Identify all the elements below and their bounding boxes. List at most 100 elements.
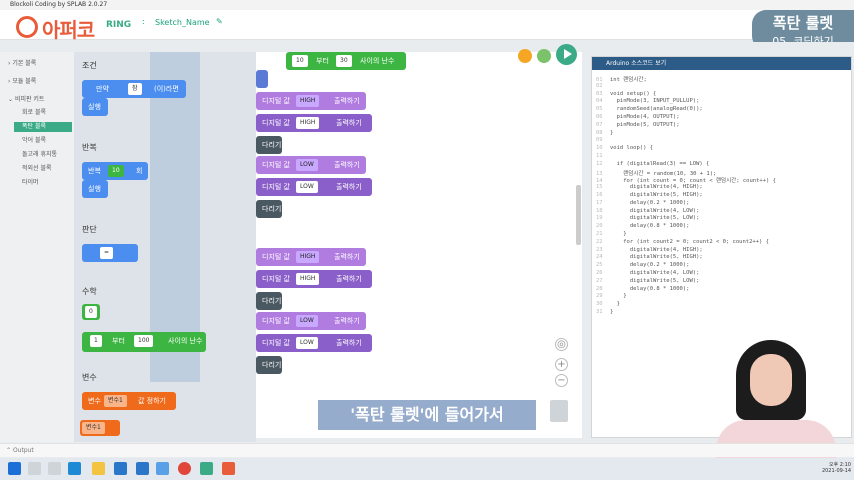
wait-block[interactable]: 다리기	[256, 200, 282, 218]
code-line: 18 digitalWrite(4, LOW);	[596, 208, 699, 214]
if-prefix: 만약	[96, 85, 109, 93]
sketch-name-field[interactable]: Sketch_Name	[155, 18, 210, 27]
top-random-block[interactable]: 10 부터 30 사이의 난수	[286, 52, 406, 70]
digital-write-block[interactable]: 디지털 값 LOW 출력하기	[256, 334, 372, 352]
digital-value-dropdown[interactable]: LOW	[296, 337, 318, 349]
sidebar-item-timer[interactable]: 타이머	[14, 178, 72, 188]
verify-check-button[interactable]	[537, 49, 551, 63]
top-random-from[interactable]: 10	[292, 55, 308, 67]
task-view-icon[interactable]	[48, 462, 61, 475]
sidebar-item-bomb[interactable]: 폭탄 블록	[14, 122, 72, 132]
code-line-text: digitalWrite(5, LOW);	[610, 215, 700, 222]
sidebar-item-dolphin[interactable]: 돌고래 휴지통	[14, 150, 72, 160]
repeat-count[interactable]: 10	[108, 165, 124, 177]
search-icon[interactable]	[28, 462, 41, 475]
upload-run-button[interactable]	[556, 44, 577, 65]
taskbar-clock[interactable]: 오후 2:10 2021-09-14	[815, 461, 851, 474]
trash-icon[interactable]	[550, 400, 568, 422]
sidebar-category-module[interactable]: › 모듈 블록	[8, 76, 36, 85]
repeat-prefix: 반복	[88, 167, 101, 175]
digital-write-block[interactable]: 디지털 값 HIGH 출력하기	[256, 92, 366, 110]
output-label: 출력하기	[334, 97, 360, 105]
random-mid: 부터	[112, 337, 125, 345]
app-logo[interactable]: 아퍼코 RING	[6, 12, 131, 42]
digital-value-dropdown[interactable]: HIGH	[296, 273, 320, 285]
var-set-block[interactable]: 변수 변수1 값 정하기	[82, 392, 176, 410]
var-set-name[interactable]: 변수1	[104, 395, 127, 407]
wait-label: 다리기	[262, 297, 282, 305]
windows-start-icon[interactable]	[8, 462, 21, 475]
compare-operator[interactable]: =	[100, 247, 114, 259]
zoom-in-button[interactable]: +	[555, 358, 568, 371]
top-random-to[interactable]: 30	[336, 55, 352, 67]
sidebar-item-crocodile[interactable]: 악어 블록	[14, 136, 72, 146]
sidebar-item-circuit[interactable]: 회로 블록	[14, 108, 72, 118]
workspace-scrollbar[interactable]	[576, 185, 581, 245]
compare-block[interactable]: =	[82, 244, 138, 262]
random-to[interactable]: 100	[134, 335, 154, 347]
digital-write-block[interactable]: 디지털 값 HIGH 출력하기	[256, 248, 366, 266]
digital-value-dropdown[interactable]: LOW	[296, 315, 318, 327]
digital-write-block[interactable]: 디지털 값 LOW 출력하기	[256, 178, 372, 196]
edit-pencil-icon[interactable]: ✎	[216, 17, 223, 26]
number-value[interactable]: 0	[85, 306, 97, 318]
digital-value-dropdown[interactable]: HIGH	[296, 117, 320, 129]
sidebar-item-infrared[interactable]: 적외선 블록	[14, 164, 72, 174]
wait-block[interactable]: 다리기	[256, 292, 282, 310]
code-line-text: delay(0.8 * 1000);	[610, 285, 690, 292]
blockoli-app-icon[interactable]	[200, 462, 213, 475]
output-bar[interactable]: ⌃ Output	[0, 443, 854, 457]
chrome-icon[interactable]	[178, 462, 191, 475]
code-line-text: digitalWrite(5, LOW);	[610, 277, 700, 284]
digital-label: 디지털 값	[262, 97, 290, 105]
if-condition-value[interactable]: 참	[128, 83, 142, 95]
number-block[interactable]: 0	[82, 304, 100, 320]
code-line-number: 31	[596, 309, 603, 315]
code-line-text: digitalWrite(5, HIGH);	[610, 254, 703, 261]
digital-value-dropdown[interactable]: HIGH	[296, 95, 320, 107]
digital-write-block[interactable]: 디지털 값 LOW 출력하기	[256, 312, 366, 330]
wait-block[interactable]: 다리기	[256, 136, 282, 154]
code-line: 12 if (digitalRead(3) == LOW) {	[596, 161, 709, 167]
edge-browser-icon[interactable]	[68, 462, 81, 475]
repeat-block[interactable]: 반복 10 회	[82, 162, 148, 180]
digital-write-block[interactable]: 디지털 값 HIGH 출력하기	[256, 270, 372, 288]
random-from[interactable]: 1	[90, 335, 102, 347]
code-line-number: 29	[596, 293, 603, 300]
code-line: 06 pinMode(4, OUTPUT);	[596, 114, 680, 120]
if-block[interactable]: 만약 참 (이)라면	[82, 80, 186, 98]
digital-label: 디지털 값	[262, 317, 290, 325]
code-line: 14 for (int count = 0; count < 랜덤시간; cou…	[596, 176, 776, 184]
sidebar-category-basic[interactable]: › 기본 블록	[8, 58, 36, 67]
mail-icon[interactable]	[114, 462, 127, 475]
digital-value-dropdown[interactable]: LOW	[296, 181, 318, 193]
code-line-number: 19	[596, 215, 603, 222]
sidebar-category-kit[interactable]: ⌄ 비피판 키트	[8, 94, 44, 103]
digital-value-dropdown[interactable]: HIGH	[296, 251, 320, 263]
code-line-number: 12	[596, 160, 603, 167]
category-label: 기본 블록	[12, 60, 37, 67]
digital-value-dropdown[interactable]: LOW	[296, 159, 318, 171]
code-line-number: 20	[596, 223, 603, 230]
file-explorer-icon[interactable]	[92, 462, 105, 475]
code-line-text: void loop() {	[610, 145, 654, 152]
code-line: 20 delay(0.8 * 1000);	[596, 223, 689, 229]
code-panel-header[interactable]: Arduino 소스코드 보기	[592, 57, 851, 70]
app-icon[interactable]	[156, 462, 169, 475]
center-target-icon[interactable]: ◎	[555, 338, 568, 351]
digital-label: 디지털 값	[262, 183, 290, 191]
random-block[interactable]: 1 부터 100 사이의 난수	[82, 332, 206, 352]
store-icon[interactable]	[136, 462, 149, 475]
var-get-name[interactable]: 변수1	[82, 422, 105, 434]
digital-write-block[interactable]: 디지털 값 HIGH 출력하기	[256, 114, 372, 132]
recorder-icon[interactable]	[222, 462, 235, 475]
zoom-search-button[interactable]	[518, 49, 532, 63]
code-line-number: 11	[596, 153, 603, 159]
var-get-block[interactable]: 변수1	[80, 420, 120, 436]
wait-block[interactable]: 다리기	[256, 356, 282, 374]
code-line: 11	[596, 153, 610, 159]
code-line-number: 03	[596, 90, 603, 97]
zoom-out-button[interactable]: −	[555, 374, 568, 387]
digital-write-block[interactable]: 디지털 값 LOW 출력하기	[256, 156, 366, 174]
code-line-text: digitalWrite(4, HIGH);	[610, 184, 703, 191]
